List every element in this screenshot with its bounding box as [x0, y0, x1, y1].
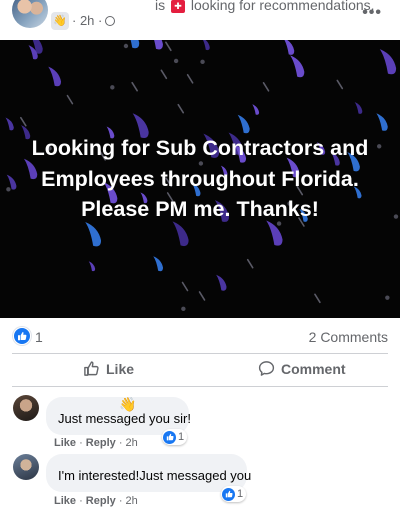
author-avatar[interactable] [12, 0, 48, 28]
rain-streak [66, 94, 74, 105]
rain-dot [123, 43, 129, 49]
raindrop [237, 114, 250, 134]
rain-streak [177, 103, 185, 114]
comment-like-link[interactable]: Like [54, 437, 76, 449]
rain-streak [131, 81, 138, 92]
commenter-name[interactable] [58, 454, 235, 468]
wave-icon: 👋 [119, 396, 137, 412]
raindrop [172, 221, 189, 247]
post-meta: · 2h · [72, 13, 116, 28]
rain-streak [336, 79, 344, 90]
rain-streak [181, 281, 189, 292]
comment-text: I'm interested!Just messaged you [58, 468, 252, 483]
like-reaction-icon [163, 430, 176, 444]
thumbs-up-icon [84, 361, 99, 376]
comment-label: Comment [281, 360, 346, 377]
like-button[interactable]: Like [83, 360, 134, 377]
rain-streak [314, 293, 321, 304]
comment-like-link[interactable]: Like [54, 495, 76, 507]
status-banner[interactable]: Looking for Sub Contractors and Employee… [0, 40, 400, 318]
activity-prefix: is [155, 0, 166, 13]
wave-icon[interactable]: 👋 [51, 12, 69, 30]
comment-button[interactable]: Comment [258, 360, 346, 377]
commenter-name[interactable] [58, 397, 177, 411]
post-activity: is ✚ looking for recommendations. [155, 0, 375, 13]
raindrop [252, 104, 260, 115]
rain-dot [110, 85, 115, 90]
comment-time[interactable]: 2h [126, 437, 138, 449]
raindrop [216, 274, 227, 291]
comment-text: Just messaged you sir! [58, 411, 191, 426]
rain-streak [198, 291, 206, 301]
commenter-avatar[interactable] [13, 454, 39, 480]
rain-dot [385, 295, 390, 300]
comment-meta: Like · Reply · 2h [54, 437, 138, 449]
rain-dot [200, 59, 205, 65]
raindrop [203, 40, 210, 51]
raindrop [379, 49, 397, 75]
comment-icon [258, 361, 275, 376]
like-reaction-icon [222, 487, 235, 501]
reaction-count[interactable]: 1 [35, 329, 43, 345]
rain-dot [6, 187, 11, 192]
status-text: Looking for Sub Contractors and Employee… [31, 136, 369, 221]
raindrop [5, 117, 14, 131]
comment-reaction-count: 1 [178, 431, 185, 443]
raindrop [154, 40, 163, 50]
more-options-icon[interactable]: ••• [362, 4, 382, 22]
raindrop [85, 221, 102, 247]
comment-reactions[interactable]: 1 [221, 486, 247, 502]
activity-text: looking for recommendations. [190, 0, 375, 13]
raindrop [88, 261, 96, 272]
comment-reply-link[interactable]: Reply [86, 495, 116, 507]
raindrop [48, 66, 62, 87]
reactions-summary: 1 2 Comments [0, 323, 400, 349]
rain-dot [393, 214, 399, 219]
like-reaction-icon[interactable] [13, 327, 31, 345]
raindrop [376, 113, 388, 131]
rain-streak [20, 116, 27, 127]
comment-reaction-count: 1 [237, 488, 244, 500]
raindrop [284, 40, 295, 55]
comment-meta: Like · Reply · 2h [54, 495, 138, 507]
raindrop [153, 256, 164, 272]
globe-icon [105, 16, 116, 26]
rain-streak [246, 258, 254, 269]
rain-streak [160, 69, 168, 80]
recommendation-flag-icon: ✚ [171, 0, 186, 13]
comments-count[interactable]: 2 Comments [309, 329, 388, 345]
post-header: 👋 · 2h · is ✚ looking for recommendation… [0, 0, 400, 40]
commenter-avatar[interactable] [13, 395, 39, 421]
rain-streak [186, 73, 194, 84]
comment-reactions[interactable]: 1 [162, 429, 188, 445]
rain-dot [181, 306, 186, 312]
raindrop [354, 102, 363, 114]
action-bar: Like Comment [0, 354, 400, 386]
rain-dot [173, 58, 179, 64]
like-label: Like [106, 360, 135, 377]
comment-reply-link[interactable]: Reply [86, 437, 116, 449]
raindrop [290, 55, 305, 78]
rain-streak [262, 82, 270, 92]
rain-streak [165, 41, 172, 52]
post-time[interactable]: 2h [80, 13, 94, 28]
comment-time[interactable]: 2h [126, 495, 138, 507]
divider [12, 386, 388, 387]
comment-bubble: I'm interested!Just messaged you [46, 454, 252, 492]
